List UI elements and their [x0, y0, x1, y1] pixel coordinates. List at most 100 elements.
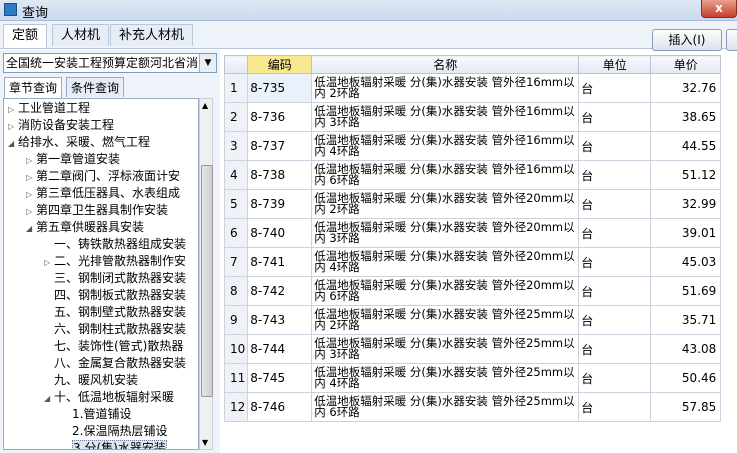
cell-unit[interactable]: 台: [578, 160, 652, 190]
cell-price[interactable]: 32.76: [650, 73, 722, 103]
collapsed-arrow-icon[interactable]: ▷: [26, 186, 36, 203]
tree-node[interactable]: 三、钢制闭式散热器安装: [44, 270, 186, 287]
scroll-up-icon[interactable]: ▲: [202, 101, 208, 110]
row-number[interactable]: 7: [223, 247, 249, 277]
cell-price[interactable]: 51.69: [650, 276, 722, 306]
cell-code[interactable]: 8-735: [247, 73, 313, 103]
cell-unit[interactable]: 台: [578, 73, 652, 103]
cell-code[interactable]: 8-739: [247, 189, 313, 219]
row-number[interactable]: 6: [223, 218, 249, 248]
cell-price[interactable]: 44.55: [650, 131, 722, 161]
cell-name[interactable]: 低温地板辐射采暖 分(集)水器安装 管外径16mm以内 6环路: [311, 160, 580, 190]
tree-node[interactable]: ▷ 第一章管道安装: [26, 151, 120, 168]
row-number[interactable]: 11: [223, 363, 249, 393]
scroll-down-icon[interactable]: ▼: [202, 438, 208, 447]
cell-price[interactable]: 39.01: [650, 218, 722, 248]
tree-node[interactable]: 2.保温隔热层铺设: [62, 423, 167, 440]
row-number[interactable]: 2: [223, 102, 249, 132]
cell-unit[interactable]: 台: [578, 305, 652, 335]
row-number[interactable]: 9: [223, 305, 249, 335]
tree-node[interactable]: 九、暖风机安装: [44, 372, 138, 389]
tree-node[interactable]: ◢ 给排水、采暖、燃气工程: [8, 134, 150, 151]
cell-code[interactable]: 8-742: [247, 276, 313, 306]
table-row[interactable]: 5 8-739 低温地板辐射采暖 分(集)水器安装 管外径20mm以内 2环路台 32…: [223, 189, 722, 219]
row-number[interactable]: 8: [223, 276, 249, 306]
cell-name[interactable]: 低温地板辐射采暖 分(集)水器安装 管外径25mm以内 4环路: [311, 363, 580, 393]
cell-name[interactable]: 低温地板辐射采暖 分(集)水器安装 管外径25mm以内 2环路: [311, 305, 580, 335]
collapsed-arrow-icon[interactable]: ▷: [26, 152, 36, 169]
expanded-arrow-icon[interactable]: ◢: [8, 135, 18, 152]
cell-unit[interactable]: 台: [578, 363, 652, 393]
tree-node[interactable]: 3.分(集)水器安装: [62, 440, 167, 449]
tree-node[interactable]: 七、装饰性(管式)散热器: [44, 338, 183, 355]
cell-code[interactable]: 8-744: [247, 334, 313, 364]
cell-code[interactable]: 8-743: [247, 305, 313, 335]
cell-code[interactable]: 8-736: [247, 102, 313, 132]
cell-unit[interactable]: 台: [578, 334, 652, 364]
tree-node[interactable]: ▷ 消防设备安装工程: [8, 117, 114, 134]
collapsed-arrow-icon[interactable]: ▷: [26, 169, 36, 186]
tree-node[interactable]: 一、铸铁散热器组成安装: [44, 236, 186, 253]
cell-name[interactable]: 低温地板辐射采暖 分(集)水器安装 管外径20mm以内 6环路: [311, 276, 580, 306]
collapsed-arrow-icon[interactable]: ▷: [26, 203, 36, 220]
tab-chapter-query[interactable]: 章节查询: [4, 77, 63, 99]
table-row[interactable]: 1 8-735 低温地板辐射采暖 分(集)水器安装 管外径16mm以内 2环路台 32…: [223, 73, 722, 103]
table-row[interactable]: 4 8-738 低温地板辐射采暖 分(集)水器安装 管外径16mm以内 6环路台 51…: [223, 160, 722, 190]
cell-price[interactable]: 35.71: [650, 305, 722, 335]
header-name[interactable]: 名称: [311, 55, 580, 74]
tree-node[interactable]: ◢ 十、低温地板辐射采暖: [44, 389, 174, 406]
tab-quota[interactable]: 定额: [3, 24, 48, 48]
expanded-arrow-icon[interactable]: ◢: [26, 220, 36, 237]
tree-node[interactable]: ▷ 第四章卫生器具制作安装: [26, 202, 168, 219]
tree-node[interactable]: ◢ 第五章供暖器具安装: [26, 219, 144, 236]
header-price[interactable]: 单价: [650, 55, 722, 74]
cell-name[interactable]: 低温地板辐射采暖 分(集)水器安装 管外径20mm以内 3环路: [311, 218, 580, 248]
table-row[interactable]: 8 8-742 低温地板辐射采暖 分(集)水器安装 管外径20mm以内 6环路台 51…: [223, 276, 722, 306]
cell-unit[interactable]: 台: [578, 247, 652, 277]
cell-price[interactable]: 43.08: [650, 334, 722, 364]
cell-unit[interactable]: 台: [578, 102, 652, 132]
cell-code[interactable]: 8-738: [247, 160, 313, 190]
table-row[interactable]: 9 8-743 低温地板辐射采暖 分(集)水器安装 管外径25mm以内 2环路台 35…: [223, 305, 722, 335]
tree-node[interactable]: 八、金属复合散热器安装: [44, 355, 186, 372]
cell-code[interactable]: 8-745: [247, 363, 313, 393]
collapsed-arrow-icon[interactable]: ▷: [44, 254, 54, 271]
cell-name[interactable]: 低温地板辐射采暖 分(集)水器安装 管外径20mm以内 2环路: [311, 189, 580, 219]
cell-unit[interactable]: 台: [578, 131, 652, 161]
cell-price[interactable]: 57.85: [650, 392, 722, 422]
table-row[interactable]: 10 8-744 低温地板辐射采暖 分(集)水器安装 管外径25mm以内 3环路台 4…: [223, 334, 722, 364]
row-number[interactable]: 1: [223, 73, 249, 103]
tree-node[interactable]: 五、钢制壁式散热器安装: [44, 304, 186, 321]
header-unit[interactable]: 单位: [578, 55, 652, 74]
cell-unit[interactable]: 台: [578, 218, 652, 248]
tree-node[interactable]: ▷ 第三章低压器具、水表组成: [26, 185, 180, 202]
cell-price[interactable]: 50.46: [650, 363, 722, 393]
cell-name[interactable]: 低温地板辐射采暖 分(集)水器安装 管外径16mm以内 2环路: [311, 73, 580, 103]
cell-code[interactable]: 8-746: [247, 392, 313, 422]
cell-code[interactable]: 8-737: [247, 131, 313, 161]
cell-unit[interactable]: 台: [578, 392, 652, 422]
tab-supplement-materials[interactable]: 补充人材机: [110, 24, 194, 46]
cell-unit[interactable]: 台: [578, 276, 652, 306]
tab-condition-query[interactable]: 条件查询: [66, 77, 125, 97]
cell-price[interactable]: 32.99: [650, 189, 722, 219]
cell-price[interactable]: 45.03: [650, 247, 722, 277]
table-row[interactable]: 6 8-740 低温地板辐射采暖 分(集)水器安装 管外径20mm以内 3环路台 39…: [223, 218, 722, 248]
cell-name[interactable]: 低温地板辐射采暖 分(集)水器安装 管外径25mm以内 6环路: [311, 392, 580, 422]
row-number[interactable]: 10: [223, 334, 249, 364]
expanded-arrow-icon[interactable]: ◢: [44, 390, 54, 407]
table-row[interactable]: 7 8-741 低温地板辐射采暖 分(集)水器安装 管外径20mm以内 4环路台 45…: [223, 247, 722, 277]
header-code[interactable]: 编码: [247, 55, 313, 74]
more-button[interactable]: [726, 29, 737, 51]
scrollbar-thumb[interactable]: [201, 165, 213, 397]
cell-price[interactable]: 38.65: [650, 102, 722, 132]
cell-name[interactable]: 低温地板辐射采暖 分(集)水器安装 管外径25mm以内 3环路: [311, 334, 580, 364]
row-number[interactable]: 3: [223, 131, 249, 161]
quota-library-select[interactable]: 全国统一安装工程预算定额河北省消 ▼: [3, 53, 217, 73]
cell-unit[interactable]: 台: [578, 189, 652, 219]
tree-node[interactable]: ▷ 工业管道工程: [8, 100, 90, 117]
table-row[interactable]: 2 8-736 低温地板辐射采暖 分(集)水器安装 管外径16mm以内 3环路台 38…: [223, 102, 722, 132]
tree-node[interactable]: 1.管道铺设: [62, 406, 131, 423]
table-row[interactable]: 12 8-746 低温地板辐射采暖 分(集)水器安装 管外径25mm以内 6环路台 5…: [223, 392, 722, 422]
row-number[interactable]: 5: [223, 189, 249, 219]
